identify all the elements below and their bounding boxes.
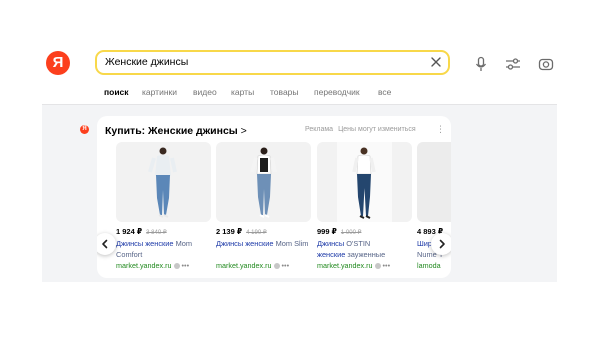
tab-images[interactable]: картинки	[142, 87, 177, 97]
product-title[interactable]: Джинсы женские Mom Comfort	[116, 238, 211, 260]
clear-icon[interactable]	[430, 56, 442, 68]
product-price: 1 924 ₽ 3 840 ₽	[116, 227, 167, 236]
search-box[interactable]: Женские джинсы	[95, 50, 450, 75]
product-shop[interactable]: market.yandex.ru •••	[116, 261, 189, 270]
ad-label: Реклама Цены могут измениться	[305, 126, 416, 133]
camera-search-icon[interactable]	[538, 56, 554, 72]
tab-translator[interactable]: переводчик	[314, 87, 360, 97]
info-icon	[374, 263, 381, 269]
product-title[interactable]: Джинсы женские Mom Slim	[216, 238, 311, 249]
product-shop[interactable]: market.yandex.ru •••	[317, 261, 390, 270]
search-results-page: Я Женские джинсы поиск картинки видео ка…	[42, 38, 557, 282]
product-shop[interactable]: lamoda	[417, 261, 441, 270]
shopping-title[interactable]: Купить: Женские джинсы >	[105, 125, 247, 137]
product-image[interactable]	[116, 142, 211, 222]
chevron-left-icon	[102, 239, 108, 249]
tab-products[interactable]: товары	[270, 87, 299, 97]
product-image[interactable]	[317, 142, 412, 222]
product-title[interactable]: Джинсы O'STIN женские зауженные	[317, 238, 412, 260]
product-price: 999 ₽ 1 000 ₽	[317, 227, 362, 236]
product-price: 2 139 ₽ 4 190 ₽	[216, 227, 267, 236]
shopping-card: Купить: Женские джинсы > Реклама Цены мог…	[97, 116, 451, 278]
product-image[interactable]	[417, 142, 451, 222]
yandex-logo[interactable]: Я	[46, 51, 70, 75]
chevron-right-icon	[439, 239, 445, 249]
product-shop[interactable]: market.yandex.ru •••	[216, 261, 289, 270]
info-icon	[273, 263, 280, 269]
more-options-icon[interactable]: ⋮	[436, 124, 445, 135]
microphone-icon[interactable]	[473, 56, 489, 72]
filters-icon[interactable]	[505, 56, 521, 72]
price-note: Цены могут измениться	[338, 126, 416, 133]
search-input[interactable]: Женские джинсы	[105, 52, 188, 73]
tab-maps[interactable]: карты	[231, 87, 254, 97]
tab-all[interactable]: все	[378, 87, 391, 97]
product-image[interactable]	[216, 142, 311, 222]
tab-search[interactable]: поиск	[104, 87, 129, 97]
info-icon	[173, 263, 180, 269]
yandex-mini-icon: Я	[80, 125, 89, 134]
carousel-next-button[interactable]	[431, 233, 451, 255]
header: Я Женские джинсы поиск картинки видео ка…	[42, 38, 557, 105]
chevron-right-icon: >	[240, 125, 247, 137]
tab-video[interactable]: видео	[193, 87, 217, 97]
carousel-prev-button[interactable]	[97, 233, 116, 255]
